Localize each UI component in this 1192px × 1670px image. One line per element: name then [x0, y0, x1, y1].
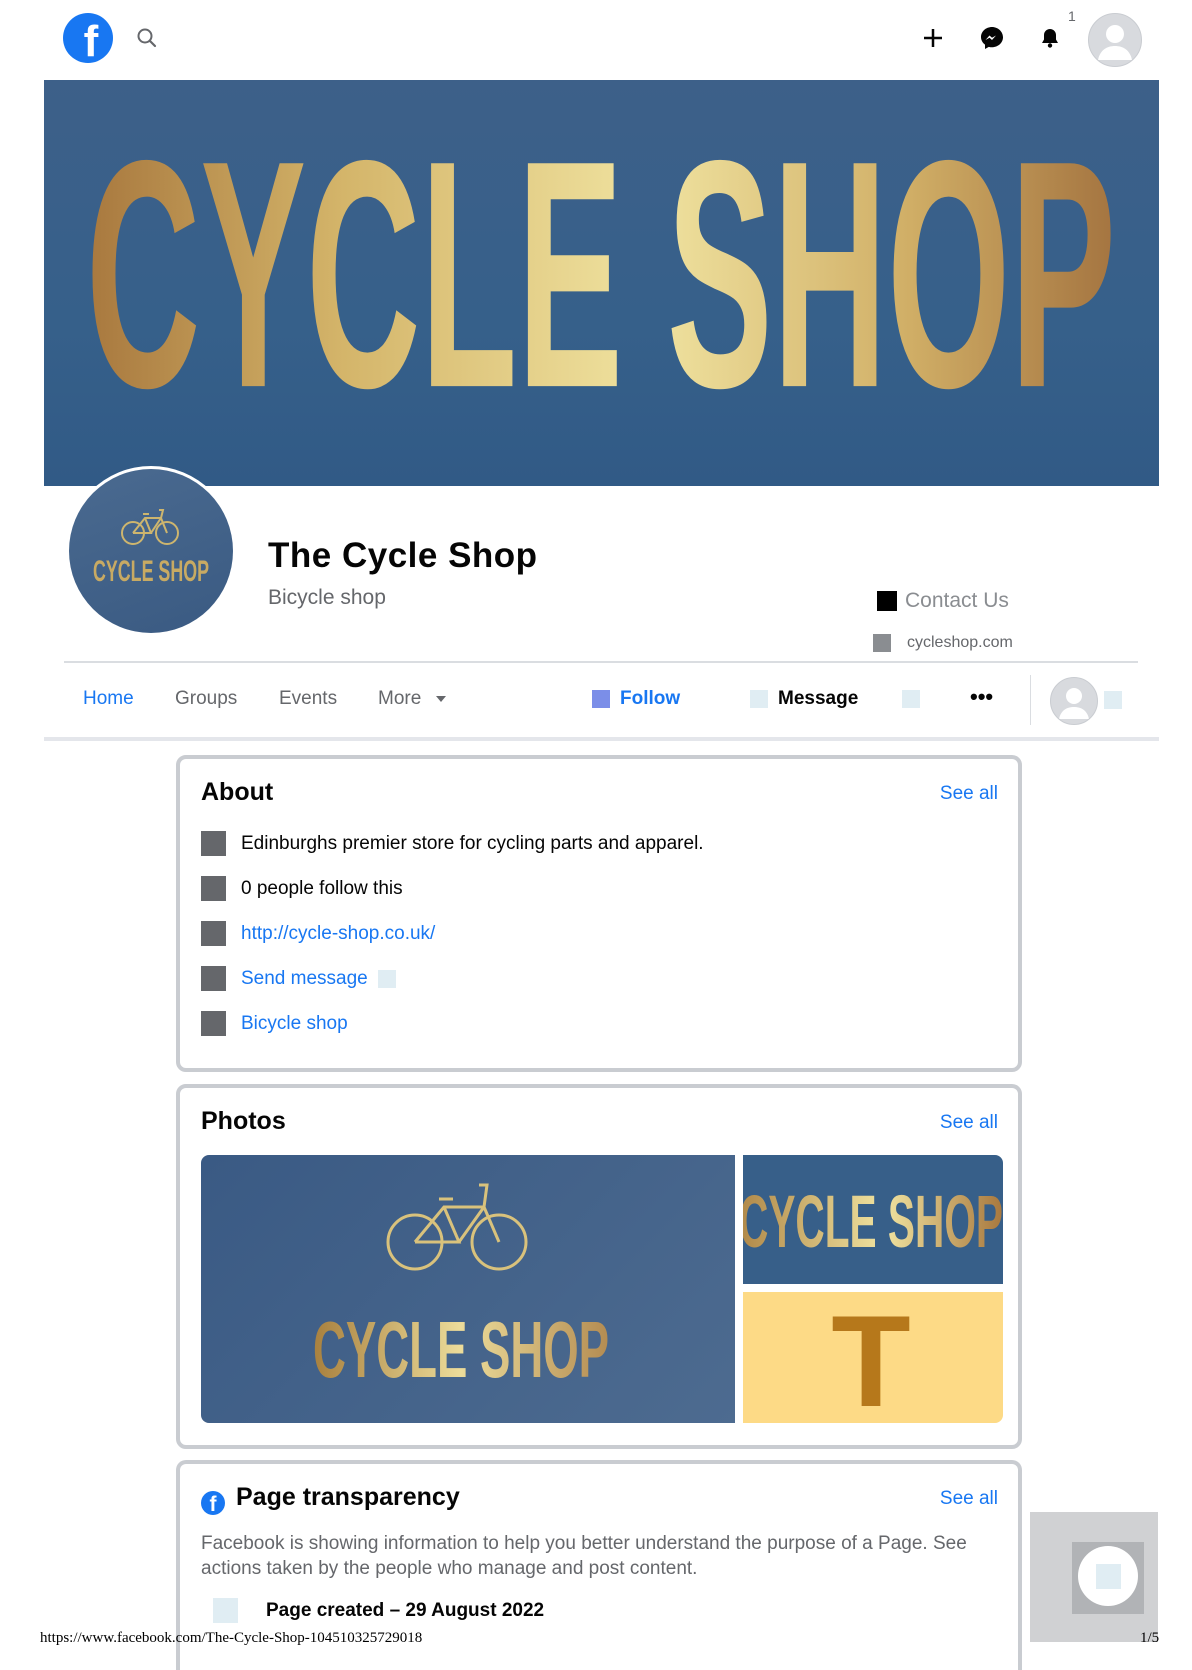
search-page-icon[interactable]	[902, 690, 920, 708]
messenger-icon[interactable]	[976, 22, 1008, 54]
photo-thumbnail[interactable]: CYCLE SHOP	[743, 1155, 1003, 1284]
cover-text-graphic: CYCLE SHOP	[743, 1180, 1003, 1263]
facebook-logo[interactable]: f	[63, 13, 113, 66]
caret-down-icon	[435, 696, 446, 702]
contact-icon	[877, 591, 897, 611]
website-icon	[873, 634, 891, 652]
about-followers-text: 0 people follow this	[241, 877, 403, 899]
message-label: Message	[778, 688, 859, 709]
about-title: About	[201, 778, 274, 806]
avatar-icon	[1098, 25, 1132, 60]
external-icon	[377, 969, 396, 988]
about-send-message-link[interactable]: Send message	[241, 968, 368, 990]
tab-more-label: More	[378, 688, 422, 709]
dropdown-icon[interactable]	[1104, 691, 1122, 709]
account-switcher-avatar[interactable]	[1050, 677, 1098, 725]
chat-icon	[1096, 1564, 1121, 1589]
about-website-link[interactable]: http://cycle-shop.co.uk/	[241, 923, 435, 945]
tab-groups[interactable]: Groups	[175, 688, 237, 710]
tab-more[interactable]: More	[378, 688, 447, 710]
print-footer-page: 1/5	[1140, 1630, 1160, 1646]
about-item-category[interactable]: Bicycle shop	[201, 1011, 348, 1036]
followers-icon	[201, 876, 226, 901]
about-item-send-message[interactable]: Send message	[201, 966, 396, 991]
message-icon	[750, 690, 768, 708]
info-icon	[201, 831, 226, 856]
page-title: The Cycle Shop	[268, 536, 538, 575]
category-icon	[201, 1011, 226, 1036]
tab-home[interactable]: Home	[83, 688, 134, 710]
website-label: cycleshop.com	[907, 634, 1013, 651]
photo-main-text: CYCLE SHOP	[313, 1305, 609, 1394]
about-item-website[interactable]: http://cycle-shop.co.uk/	[201, 921, 435, 946]
about-card: About See all Edinburghs premier store f…	[176, 755, 1022, 1072]
follow-icon	[592, 690, 610, 708]
bell-icon[interactable]	[1034, 22, 1066, 54]
plus-icon[interactable]	[917, 22, 949, 54]
globe-icon	[201, 921, 226, 946]
photos-card: Photos See all CYCLE SHOP CYCLE SHOP T	[176, 1084, 1022, 1449]
notification-count: 1	[1068, 8, 1076, 24]
transparency-title: Page transparency	[236, 1483, 460, 1511]
transparency-see-all-link[interactable]: See all	[940, 1488, 998, 1510]
about-see-all-link[interactable]: See all	[940, 783, 998, 805]
photo-bottom-letter: T	[831, 1292, 910, 1423]
about-description-text: Edinburghs premier store for cycling par…	[241, 832, 704, 854]
contact-us-button[interactable]: Contact Us	[877, 589, 1009, 613]
website-link[interactable]: cycleshop.com	[873, 634, 1013, 652]
photo-top-text: CYCLE SHOP	[743, 1180, 1003, 1263]
account-avatar[interactable]	[1088, 13, 1142, 67]
facebook-logo-letter: f	[83, 17, 99, 66]
photos-title: Photos	[201, 1107, 286, 1135]
cover-text-graphic: CYCLE SHOP	[86, 94, 1116, 456]
chat-widget[interactable]	[1030, 1512, 1158, 1642]
page-created-item: Page created – 29 August 2022	[213, 1598, 544, 1623]
profile-picture[interactable]: CYCLE SHOP	[66, 466, 236, 636]
print-footer-url: https://www.facebook.com/The-Cycle-Shop-…	[40, 1630, 423, 1646]
messenger-icon	[201, 966, 226, 991]
cover-photo[interactable]: CYCLE SHOP	[44, 80, 1159, 486]
bicycle-icon	[386, 1183, 528, 1271]
avatar-icon	[1059, 688, 1089, 719]
about-item-description: Edinburghs premier store for cycling par…	[201, 831, 704, 856]
page-category: Bicycle shop	[268, 586, 386, 609]
facebook-icon: f	[201, 1491, 225, 1515]
bicycle-logo-graphic: CYCLE SHOP	[313, 1183, 609, 1394]
contact-us-label: Contact Us	[905, 589, 1009, 612]
divider	[44, 737, 1159, 741]
page-created-text: Page created – 29 August 2022	[266, 1599, 545, 1621]
photos-see-all-link[interactable]: See all	[940, 1112, 998, 1134]
profile-logo-text: CYCLE SHOP	[93, 555, 209, 588]
flag-icon	[213, 1598, 238, 1623]
transparency-description: Facebook is showing information to help …	[201, 1533, 967, 1579]
divider	[64, 661, 1138, 663]
bicycle-icon: CYCLE SHOP	[93, 509, 209, 588]
divider	[1030, 675, 1031, 725]
follow-label: Follow	[620, 688, 681, 709]
photo-thumbnail[interactable]: T	[743, 1292, 1003, 1423]
photo-thumbnail[interactable]: CYCLE SHOP	[201, 1155, 735, 1423]
about-item-followers: 0 people follow this	[201, 876, 403, 901]
letter-graphic: T	[831, 1292, 910, 1423]
more-options-button[interactable]: •••	[970, 684, 993, 710]
about-category-link[interactable]: Bicycle shop	[241, 1013, 348, 1035]
cover-text: CYCLE SHOP	[86, 94, 1116, 456]
tab-events[interactable]: Events	[279, 688, 337, 710]
message-button[interactable]: Message	[750, 688, 858, 710]
search-icon[interactable]	[135, 26, 159, 50]
follow-button[interactable]: Follow	[592, 688, 680, 710]
